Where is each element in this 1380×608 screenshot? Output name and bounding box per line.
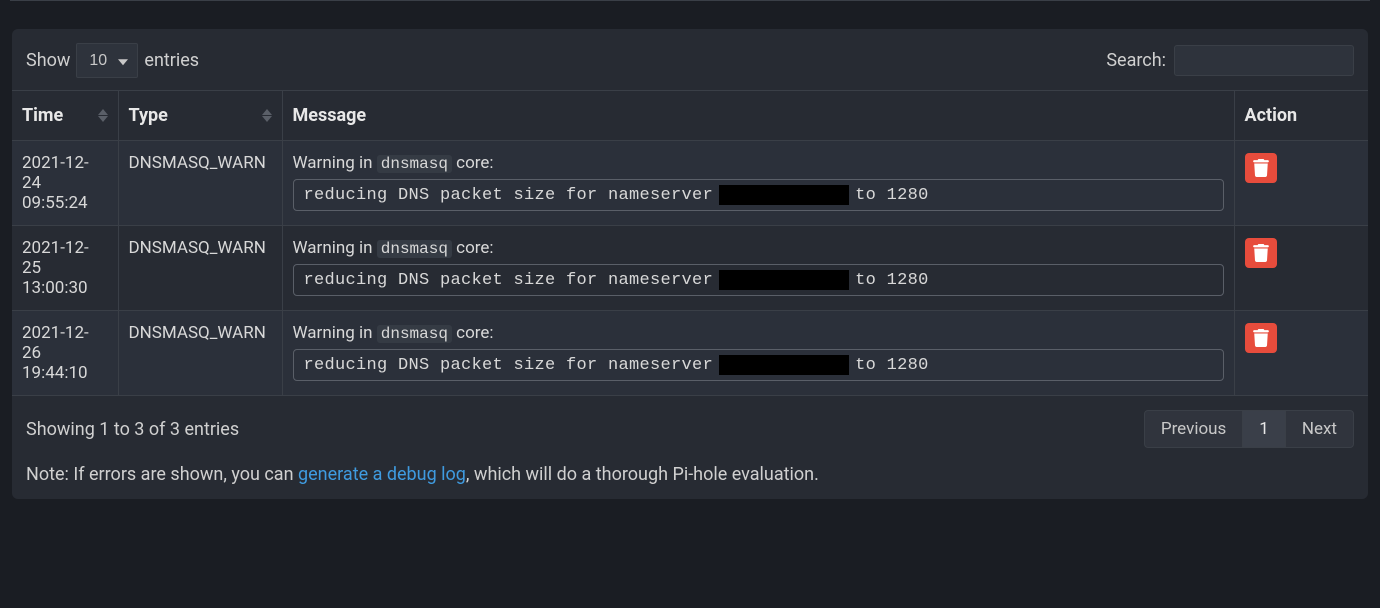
redacted-ip bbox=[719, 185, 849, 205]
sort-icon bbox=[262, 109, 272, 122]
table-row: 2021-12-26 19:44:10 DNSMASQ_WARN Warning… bbox=[12, 311, 1368, 396]
column-header-type-label: Type bbox=[129, 105, 168, 126]
next-button[interactable]: Next bbox=[1285, 410, 1354, 448]
message-code: reducing DNS packet size for nameserver … bbox=[293, 179, 1224, 211]
delete-button[interactable] bbox=[1245, 153, 1277, 183]
cell-type: DNSMASQ_WARN bbox=[118, 226, 282, 311]
cell-time: 2021-12-24 09:55:24 bbox=[12, 141, 118, 226]
search-input[interactable] bbox=[1174, 45, 1354, 76]
table-row: 2021-12-25 13:00:30 DNSMASQ_WARN Warning… bbox=[12, 226, 1368, 311]
trash-icon bbox=[1253, 159, 1269, 177]
cell-time: 2021-12-25 13:00:30 bbox=[12, 226, 118, 311]
entries-label: entries bbox=[144, 50, 199, 71]
column-header-action-label: Action bbox=[1245, 105, 1298, 126]
cell-message: Warning in dnsmasq core: reducing DNS pa… bbox=[282, 226, 1234, 311]
show-label: Show bbox=[26, 50, 70, 71]
previous-button[interactable]: Previous bbox=[1144, 410, 1243, 448]
cell-message: Warning in dnsmasq core: reducing DNS pa… bbox=[282, 311, 1234, 396]
cell-action bbox=[1234, 226, 1368, 311]
note-prefix: Note: If errors are shown, you can bbox=[26, 464, 298, 485]
column-header-type[interactable]: Type bbox=[118, 91, 282, 141]
redacted-ip bbox=[719, 355, 849, 375]
log-panel: Show 10 entries Search: Time bbox=[12, 29, 1368, 499]
message-prefix: Warning in dnsmasq core: bbox=[293, 238, 1224, 258]
top-divider bbox=[10, 0, 1370, 1]
sort-icon bbox=[98, 109, 108, 122]
length-control: Show 10 entries bbox=[26, 43, 199, 78]
cell-action bbox=[1234, 141, 1368, 226]
pagination: Previous 1 Next bbox=[1144, 410, 1354, 448]
page-size-select-wrap: 10 bbox=[76, 43, 138, 78]
page-number-button[interactable]: 1 bbox=[1243, 410, 1285, 448]
column-header-action: Action bbox=[1234, 91, 1368, 141]
cell-type: DNSMASQ_WARN bbox=[118, 311, 282, 396]
log-table: Time Type Message Action bbox=[12, 90, 1368, 396]
table-info: Showing 1 to 3 of 3 entries bbox=[26, 419, 239, 440]
column-header-message: Message bbox=[282, 91, 1234, 141]
cell-action bbox=[1234, 311, 1368, 396]
table-footer: Showing 1 to 3 of 3 entries Previous 1 N… bbox=[12, 396, 1368, 454]
note: Note: If errors are shown, you can gener… bbox=[12, 454, 1368, 485]
trash-icon bbox=[1253, 329, 1269, 347]
table-row: 2021-12-24 09:55:24 DNSMASQ_WARN Warning… bbox=[12, 141, 1368, 226]
column-header-message-label: Message bbox=[293, 105, 367, 126]
cell-message: Warning in dnsmasq core: reducing DNS pa… bbox=[282, 141, 1234, 226]
trash-icon bbox=[1253, 244, 1269, 262]
column-header-time[interactable]: Time bbox=[12, 91, 118, 141]
note-suffix: , which will do a thorough Pi-hole evalu… bbox=[466, 464, 819, 485]
search-label: Search: bbox=[1106, 50, 1166, 71]
delete-button[interactable] bbox=[1245, 238, 1277, 268]
message-prefix: Warning in dnsmasq core: bbox=[293, 153, 1224, 173]
cell-time: 2021-12-26 19:44:10 bbox=[12, 311, 118, 396]
generate-debug-log-link[interactable]: generate a debug log bbox=[298, 464, 466, 485]
message-code: reducing DNS packet size for nameserver … bbox=[293, 349, 1224, 381]
page-size-select[interactable]: 10 bbox=[76, 43, 138, 78]
redacted-ip bbox=[719, 270, 849, 290]
cell-type: DNSMASQ_WARN bbox=[118, 141, 282, 226]
search-control: Search: bbox=[1106, 45, 1354, 76]
message-prefix: Warning in dnsmasq core: bbox=[293, 323, 1224, 343]
column-header-time-label: Time bbox=[22, 105, 63, 126]
delete-button[interactable] bbox=[1245, 323, 1277, 353]
log-table-body: 2021-12-24 09:55:24 DNSMASQ_WARN Warning… bbox=[12, 141, 1368, 396]
message-code: reducing DNS packet size for nameserver … bbox=[293, 264, 1224, 296]
table-controls: Show 10 entries Search: bbox=[12, 43, 1368, 90]
